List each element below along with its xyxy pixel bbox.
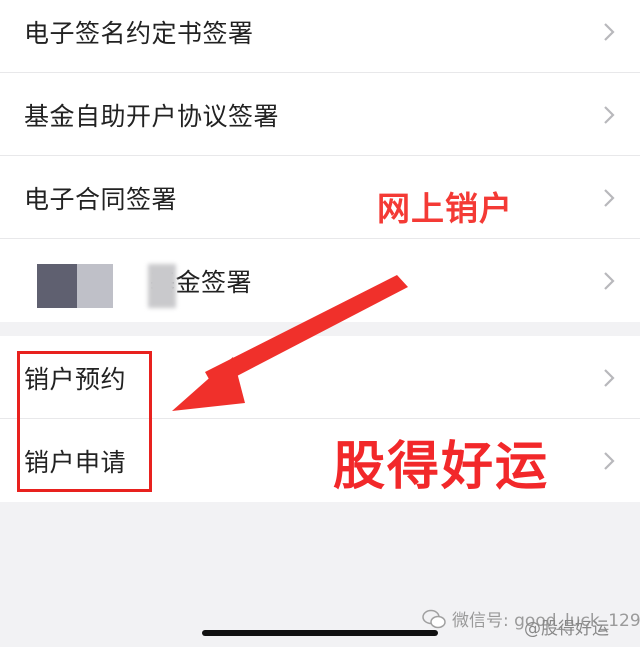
chevron-right-icon	[604, 22, 615, 41]
redaction-block	[148, 264, 176, 308]
redaction-block	[37, 264, 77, 308]
list-item-esign-agreement[interactable]: 电子签名约定书签署	[0, 0, 640, 73]
wechat-icon	[422, 609, 446, 628]
watermark-handle: @股得好运	[524, 619, 609, 639]
annotation-online-close: 网上销户	[377, 189, 513, 228]
list-item-e-contract[interactable]: 电子合同签署	[0, 156, 640, 239]
list-item-fund-account-agreement[interactable]: 基金自助开户协议签署	[0, 73, 640, 156]
chevron-right-icon	[604, 105, 615, 124]
list-item-label: 电子合同签署	[24, 184, 178, 214]
chevron-right-icon	[604, 368, 615, 387]
home-indicator[interactable]	[202, 630, 438, 636]
redaction-block	[77, 264, 113, 308]
chevron-right-icon	[604, 188, 615, 207]
list-item-label: 电子签名约定书签署	[24, 18, 254, 48]
list-item-label: 基金自助开户协议签署	[24, 101, 280, 131]
chevron-right-icon	[604, 451, 615, 470]
chevron-right-icon	[604, 271, 615, 290]
highlight-box	[17, 351, 152, 492]
annotation-slogan: 股得好运	[333, 437, 550, 497]
